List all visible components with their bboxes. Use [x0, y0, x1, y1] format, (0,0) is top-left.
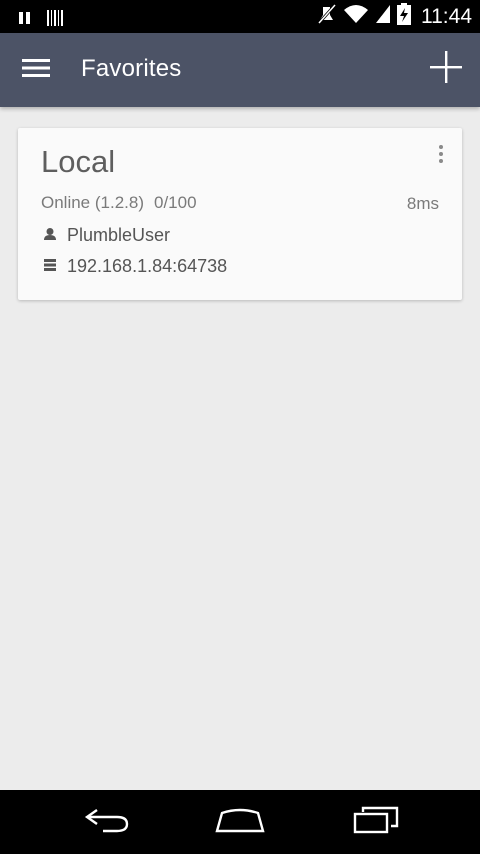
- signal-icon: [375, 4, 391, 29]
- card-overflow-button[interactable]: [430, 140, 452, 168]
- plus-icon: [429, 50, 463, 89]
- server-user-count: 0/100: [154, 193, 197, 212]
- server-card[interactable]: Local Online (1.2.8) 0/100 8ms PlumbleUse…: [18, 128, 462, 300]
- system-nav-bar: [0, 790, 480, 854]
- home-button[interactable]: [210, 804, 270, 840]
- server-name: Local: [41, 144, 116, 179]
- server-icon: [43, 256, 57, 277]
- recent-apps-button[interactable]: [345, 804, 405, 840]
- server-address-row: 192.168.1.84:64738: [43, 256, 227, 277]
- home-icon: [214, 806, 266, 839]
- recent-apps-icon: [351, 806, 399, 839]
- status-time: 11:44: [421, 4, 472, 28]
- server-status: Online (1.2.8) 0/100: [41, 193, 197, 213]
- barcode-icon: [46, 9, 64, 32]
- user-icon: [43, 225, 57, 246]
- battery-charging-icon: [397, 3, 411, 30]
- server-address: 192.168.1.84:64738: [67, 256, 228, 276]
- app-bar: Favorites: [0, 33, 480, 107]
- mute-icon: [317, 3, 337, 30]
- status-bar: 11:44: [0, 0, 480, 33]
- back-button[interactable]: [77, 804, 137, 840]
- add-server-button[interactable]: [426, 49, 466, 89]
- hamburger-menu-icon: [22, 58, 50, 83]
- page-title: Favorites: [81, 55, 182, 82]
- server-version-status: Online (1.2.8): [41, 193, 144, 212]
- back-icon: [83, 806, 131, 839]
- server-username-row: PlumbleUser: [43, 225, 170, 246]
- server-latency: 8ms: [406, 194, 439, 213]
- pause-icon: [18, 11, 32, 30]
- overflow-menu-icon: [439, 145, 443, 163]
- server-username: PlumbleUser: [67, 225, 171, 245]
- menu-button[interactable]: [16, 52, 56, 88]
- wifi-icon: [343, 3, 369, 30]
